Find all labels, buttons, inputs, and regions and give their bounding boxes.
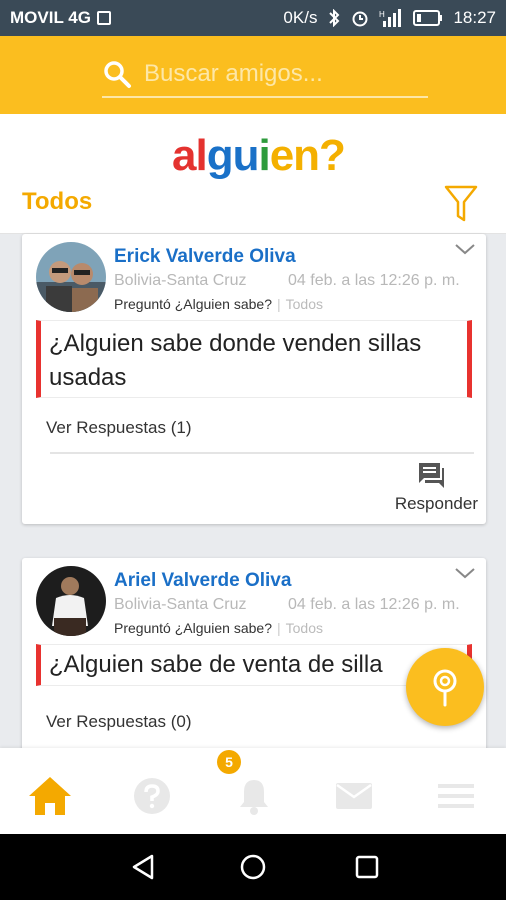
post-date: 04 feb. a las 12:26 p. m. — [288, 272, 460, 289]
post-action: Preguntó ¿Alguien sabe? — [114, 620, 272, 636]
search-box — [102, 52, 454, 98]
nav-questions[interactable] — [128, 774, 176, 818]
avatar[interactable] — [36, 566, 106, 636]
filter-icon[interactable] — [444, 184, 478, 224]
post-card: Ariel Valverde Oliva Bolivia-Santa Cruz … — [22, 558, 486, 758]
mail-icon — [336, 783, 372, 809]
avatar[interactable] — [36, 242, 106, 312]
home-icon — [29, 777, 71, 815]
nav-menu[interactable] — [432, 774, 480, 818]
home-system-button[interactable] — [238, 852, 268, 882]
svg-text:H: H — [379, 10, 385, 19]
menu-icon — [438, 784, 474, 808]
post-category: Todos — [285, 620, 323, 636]
view-answers-link[interactable]: Ver Respuestas (0) — [46, 712, 192, 732]
search-header — [0, 36, 506, 114]
system-navigation — [0, 834, 506, 900]
chat-icon — [419, 463, 444, 488]
gallery-icon — [96, 11, 111, 25]
back-button[interactable] — [128, 852, 158, 882]
recents-button[interactable] — [352, 852, 382, 882]
clock: 18:27 — [453, 8, 496, 27]
square-recents-icon — [355, 855, 379, 879]
post-location: Bolivia-Santa Cruz — [114, 596, 247, 613]
nav-home[interactable] — [26, 774, 74, 818]
view-answers-link[interactable]: Ver Respuestas (1) — [46, 418, 192, 438]
post-category: Todos — [285, 296, 323, 312]
carrier-label: MOVIL 4G — [10, 8, 91, 27]
question-text[interactable]: ¿Alguien sabe donde venden sillas usadas — [36, 320, 472, 398]
divider — [50, 452, 474, 454]
help-icon — [134, 778, 170, 814]
post-meta: Preguntó ¿Alguien sabe? | Todos — [114, 296, 323, 312]
alarm-icon — [352, 11, 368, 27]
chevron-down-icon[interactable] — [454, 242, 476, 256]
post-date: 04 feb. a las 12:26 p. m. — [288, 596, 460, 613]
bluetooth-icon — [329, 9, 340, 27]
back-icon — [132, 854, 154, 880]
post-card: Erick Valverde Oliva Bolivia-Santa Cruz … — [22, 234, 486, 524]
search-input[interactable] — [144, 54, 454, 94]
bottom-navigation: 5 — [0, 748, 506, 834]
category-title: Todos — [22, 188, 93, 215]
author-name[interactable]: Ariel Valverde Oliva — [114, 570, 291, 592]
status-bar: MOVIL 4G 0K/s H 18:27 — [0, 0, 506, 36]
chevron-down-icon[interactable] — [454, 566, 476, 580]
bell-icon — [240, 780, 268, 815]
search-icon[interactable] — [102, 59, 132, 89]
circle-home-icon — [240, 854, 266, 880]
author-name[interactable]: Erick Valverde Oliva — [114, 246, 296, 268]
brand-header: alguien? Todos — [0, 114, 506, 234]
ask-question-button[interactable] — [406, 648, 484, 726]
nav-notifications[interactable] — [230, 774, 278, 818]
post-location: Bolivia-Santa Cruz — [114, 272, 247, 289]
signal-icon: H — [379, 9, 402, 27]
post-action: Preguntó ¿Alguien sabe? — [114, 296, 272, 312]
nav-messages[interactable] — [330, 774, 378, 818]
battery-icon — [413, 10, 443, 26]
post-meta: Preguntó ¿Alguien sabe? | Todos — [114, 620, 323, 636]
reply-label: Responder — [394, 494, 478, 513]
app-logo: alguien? — [172, 131, 346, 180]
network-speed: 0K/s — [283, 8, 318, 27]
reply-button[interactable]: Responder — [386, 460, 486, 516]
lollipop-icon — [433, 669, 457, 707]
notification-badge: 5 — [217, 750, 241, 774]
